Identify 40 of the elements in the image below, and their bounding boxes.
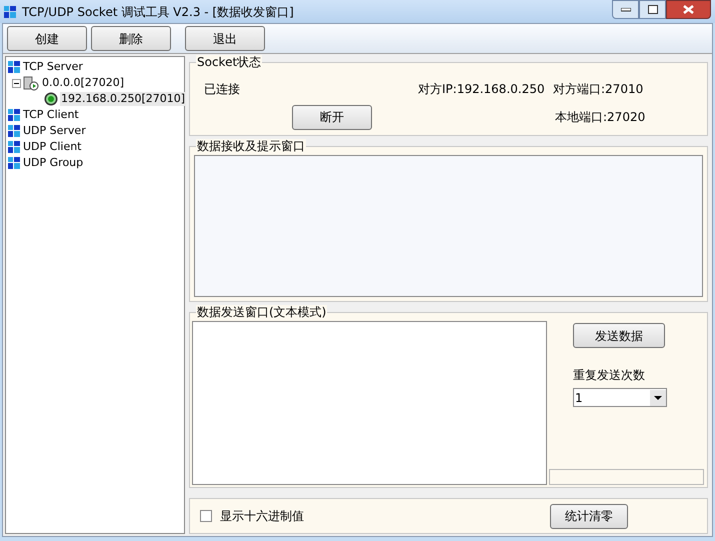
close-icon bbox=[683, 5, 694, 14]
tree-item[interactable]: TCP Server bbox=[22, 60, 84, 74]
tree-item[interactable]: UDP Client bbox=[22, 140, 82, 154]
hex-checkbox-label: 显示十六进制值 bbox=[220, 508, 304, 525]
toolbar-button[interactable]: 退出 bbox=[185, 26, 265, 51]
maximize-button[interactable] bbox=[639, 0, 666, 19]
grid-icon bbox=[8, 109, 20, 121]
reset-stats-button[interactable]: 统计清零 bbox=[550, 504, 628, 528]
tree-item[interactable]: 0.0.0.0[27020] bbox=[41, 76, 126, 90]
server-icon bbox=[23, 76, 39, 90]
connection-icon bbox=[44, 92, 58, 106]
remote-port: 对方端口:27010 bbox=[553, 81, 644, 98]
grid-icon bbox=[8, 125, 20, 137]
tree-item[interactable]: 192.168.0.250[27010] bbox=[60, 92, 186, 106]
minimize-icon bbox=[620, 8, 630, 12]
group-title: 数据接收及提示窗口 bbox=[196, 139, 306, 153]
toolbar-button[interactable]: 删除 bbox=[91, 26, 171, 51]
toolbar-button[interactable]: 创建 bbox=[7, 26, 87, 51]
tree-item[interactable]: UDP Group bbox=[22, 156, 84, 170]
close-button[interactable] bbox=[666, 0, 711, 19]
hex-checkbox[interactable] bbox=[200, 510, 212, 522]
tree-item[interactable]: UDP Server bbox=[22, 124, 87, 138]
disconnect-button[interactable]: 断开 bbox=[292, 104, 372, 130]
repeat-count-label: 重复发送次数 bbox=[573, 367, 645, 384]
maximize-icon bbox=[648, 5, 658, 14]
window-title: TCP/UDP Socket 调试工具 V2.3 - [数据收发窗口] bbox=[22, 4, 294, 20]
minimize-button[interactable] bbox=[612, 0, 639, 19]
group-title: Socket状态 bbox=[196, 55, 262, 69]
grid-icon bbox=[4, 6, 16, 18]
send-button[interactable]: 发送数据 bbox=[573, 323, 665, 348]
remote-ip: 对方IP:192.168.0.250 bbox=[418, 81, 546, 98]
tree-item[interactable]: TCP Client bbox=[22, 108, 80, 122]
connection-status: 已连接 bbox=[204, 81, 241, 98]
grid-icon bbox=[8, 61, 20, 73]
group-title: 数据发送窗口(文本模式) bbox=[196, 305, 328, 319]
grid-icon bbox=[8, 157, 20, 169]
local-port: 本地端口:27020 bbox=[555, 109, 646, 126]
grid-icon bbox=[8, 141, 20, 153]
repeat-count-dropdown[interactable]: 1 bbox=[573, 388, 667, 407]
collapse-icon[interactable] bbox=[12, 78, 21, 88]
